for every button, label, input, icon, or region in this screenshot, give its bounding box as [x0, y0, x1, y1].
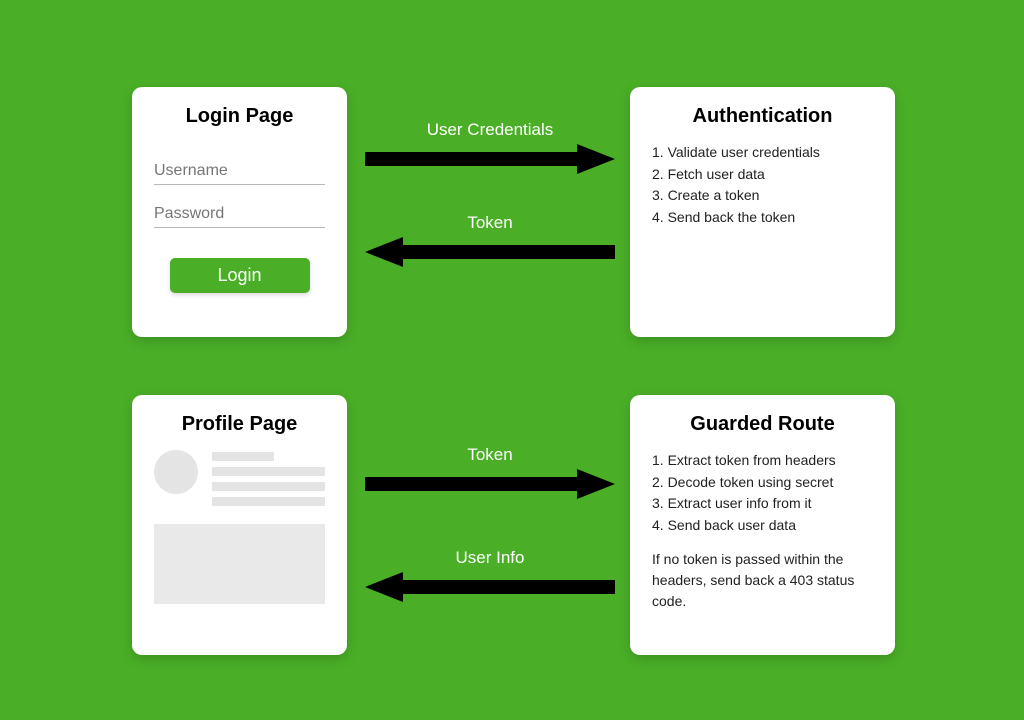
arrow-right-icon: [365, 469, 615, 499]
arrow-label: Token: [365, 445, 615, 465]
arrow-user-info: User Info: [365, 548, 615, 602]
guard-step: 2. Decode token using secret: [652, 472, 873, 494]
arrow-user-credentials: User Credentials: [365, 120, 615, 174]
guard-step: 3. Extract user info from it: [652, 493, 873, 515]
profile-title: Profile Page: [154, 413, 325, 436]
auth-step: 3. Create a token: [652, 185, 873, 207]
skeleton-line: [212, 452, 274, 461]
profile-page-card: Profile Page: [132, 395, 347, 655]
arrow-left-icon: [365, 572, 615, 602]
skeleton-line: [212, 482, 325, 491]
username-input[interactable]: [154, 156, 325, 185]
profile-skeleton-header: [154, 450, 325, 506]
arrow-token-back: Token: [365, 213, 615, 267]
guarded-route-card: Guarded Route 1. Extract token from head…: [630, 395, 895, 655]
arrow-label: Token: [365, 213, 615, 233]
guard-step: 1. Extract token from headers: [652, 450, 873, 472]
login-button[interactable]: Login: [170, 258, 310, 293]
login-title: Login Page: [154, 105, 325, 128]
guard-steps: 1. Extract token from headers 2. Decode …: [652, 450, 873, 537]
guard-title: Guarded Route: [652, 413, 873, 436]
profile-skeleton-lines: [212, 450, 325, 506]
skeleton-line: [212, 467, 325, 476]
avatar-placeholder-icon: [154, 450, 198, 494]
authentication-card: Authentication 1. Validate user credenti…: [630, 87, 895, 337]
skeleton-line: [212, 497, 325, 506]
auth-steps: 1. Validate user credentials 2. Fetch us…: [652, 142, 873, 229]
auth-step: 4. Send back the token: [652, 207, 873, 229]
password-input[interactable]: [154, 199, 325, 228]
guard-step: 4. Send back user data: [652, 515, 873, 537]
guard-note: If no token is passed within the headers…: [652, 549, 873, 612]
login-page-card: Login Page Login: [132, 87, 347, 337]
auth-step: 1. Validate user credentials: [652, 142, 873, 164]
auth-title: Authentication: [652, 105, 873, 128]
auth-step: 2. Fetch user data: [652, 164, 873, 186]
arrow-right-icon: [365, 144, 615, 174]
arrow-token-forward: Token: [365, 445, 615, 499]
arrow-left-icon: [365, 237, 615, 267]
arrow-label: User Info: [365, 548, 615, 568]
arrow-label: User Credentials: [365, 120, 615, 140]
profile-skeleton-block: [154, 524, 325, 604]
